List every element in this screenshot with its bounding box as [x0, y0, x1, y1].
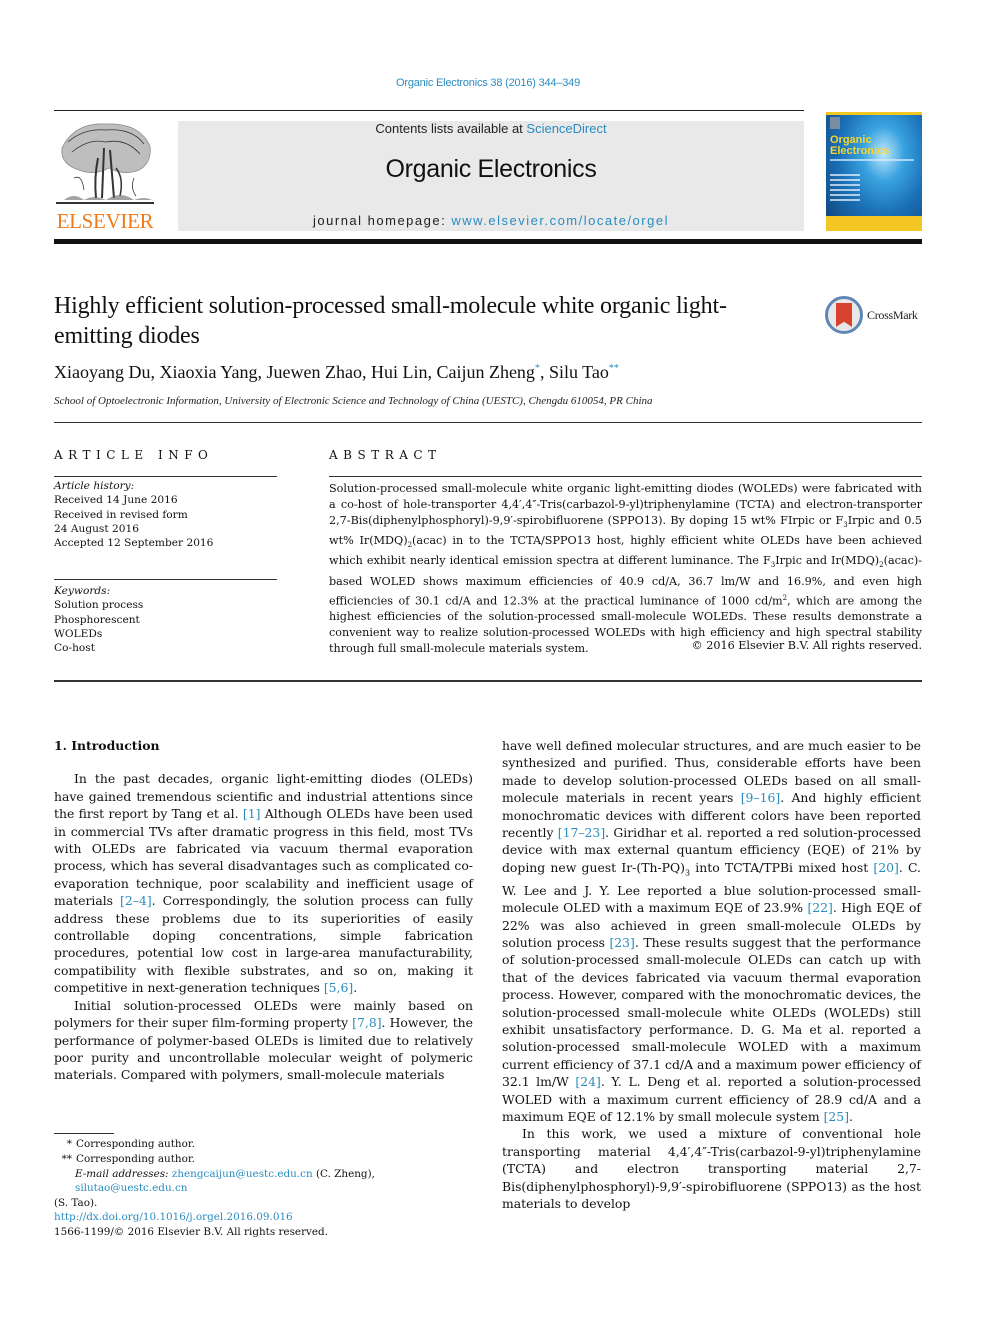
elsevier-tree-icon [56, 123, 154, 204]
keyword-item: Solution process [54, 599, 144, 612]
article-info-heading: ARTICLE INFO [54, 448, 214, 462]
cover-publisher-icon [830, 117, 840, 129]
email-label: E-mail addresses: [75, 1167, 169, 1180]
contents-prefix: Contents lists available at [375, 121, 527, 136]
paragraph: In this work, we used a mixture of conve… [502, 1125, 921, 1212]
paragraph: have well defined molecular structures, … [502, 737, 921, 1125]
corresponding-author-mark[interactable]: * [535, 363, 540, 374]
keywords-divider [54, 579, 277, 580]
keywords-list: Keywords: Solution process Phosphorescen… [54, 584, 279, 655]
text-run: In this work, we used a mixture of conve… [502, 1126, 921, 1212]
footnote-corresponding-2: ** Corresponding author. [54, 1152, 473, 1167]
sciencedirect-link[interactable]: ScienceDirect [526, 121, 606, 136]
section-heading-introduction: 1. Introduction [54, 738, 160, 753]
paragraph: Initial solution-processed OLEDs were ma… [54, 997, 473, 1084]
citation-link[interactable]: [5,6] [324, 980, 353, 995]
email-link-tao[interactable]: silutao@uestc.edu.cn [75, 1182, 187, 1194]
text-run: . [353, 980, 358, 996]
citation-link[interactable]: [1] [243, 806, 261, 821]
crossmark-button[interactable]: CrossMark [825, 296, 925, 336]
footnote-corresponding-1: * Corresponding author. [54, 1137, 473, 1152]
crossmark-label: CrossMark [867, 308, 918, 322]
cover-top-band [826, 112, 922, 115]
corresponding-author-mark[interactable]: ** [609, 363, 619, 374]
abstract-segment: Solution-processed small-molecule white … [329, 482, 922, 527]
article-title: Highly efficient solution-processed smal… [54, 293, 727, 349]
abstract-divider [329, 476, 922, 477]
author-affiliation: School of Optoelectronic Information, Un… [54, 395, 653, 407]
keyword-item: WOLEDs [54, 627, 103, 640]
footnote-text: Corresponding author. [76, 1152, 195, 1165]
citation-link[interactable]: [7,8] [352, 1015, 381, 1030]
contents-available-line: Contents lists available at ScienceDirec… [178, 121, 804, 136]
history-item: Received 14 June 2016 [54, 494, 178, 507]
keyword-item: Co-host [54, 642, 95, 655]
cover-title-line2: Electronics [830, 145, 890, 157]
text-run: . These results suggest that the perform… [502, 934, 922, 1090]
footnote-emails: E-mail addresses: zhengcaijun@uestc.edu.… [54, 1167, 473, 1197]
journal-cover-image[interactable]: Organic Electronics [826, 112, 922, 231]
text-run: into TCTA/TPBi mixed host [690, 859, 874, 875]
author-name[interactable]: Caijun Zheng [436, 362, 534, 382]
text-run: . [849, 1109, 853, 1124]
elsevier-logo[interactable]: ELSEVIER [54, 118, 156, 233]
issn-copyright: 1566-1199/© 2016 Elsevier B.V. All right… [54, 1226, 329, 1238]
cover-bottom-band [826, 216, 922, 231]
history-item: Received in revised form [54, 508, 188, 521]
footnote-mark: ** [61, 1152, 72, 1165]
abstract-heading: ABSTRACT [329, 448, 442, 462]
citation-link[interactable]: [20] [873, 860, 898, 875]
footnote-text: Corresponding author. [76, 1138, 195, 1150]
history-label: Article history: [54, 480, 135, 492]
email-owner: (C. Zheng), [312, 1167, 375, 1180]
author-name[interactable]: Hui Lin [371, 362, 428, 382]
email-link-zheng[interactable]: zhengcaijun@uestc.edu.cn [172, 1168, 313, 1180]
journal-homepage-line: journal homepage: www.elsevier.com/locat… [178, 213, 804, 228]
citation-link[interactable]: [24] [575, 1074, 600, 1089]
abstract-text: Solution-processed small-molecule white … [329, 481, 922, 657]
journal-reference-link[interactable]: Organic Electronics 38 (2016) 344–349 [0, 77, 976, 89]
abstract-copyright: © 2016 Elsevier B.V. All rights reserved… [691, 639, 922, 652]
header-top-divider [54, 110, 804, 111]
citation-link[interactable]: [25] [824, 1109, 849, 1124]
cover-editor-list [830, 174, 860, 204]
author-name[interactable]: Xiaoyang Du [54, 362, 150, 382]
abstract-segment: Irpic and Ir(MDQ) [775, 554, 880, 568]
front-matter-divider [54, 680, 922, 682]
body-column-left: 1. Introduction In the past decades, org… [54, 737, 473, 1084]
footnotes: * Corresponding author. ** Corresponding a… [54, 1137, 473, 1211]
citation-link[interactable]: [9–16] [741, 790, 781, 805]
body-column-right: have well defined molecular structures, … [502, 737, 921, 1212]
journal-homepage-link[interactable]: www.elsevier.com/locate/orgel [451, 213, 669, 228]
doi-link[interactable]: http://dx.doi.org/10.1016/j.orgel.2016.0… [54, 1211, 293, 1223]
citation-link[interactable]: [22] [807, 900, 832, 915]
author-name[interactable]: Xiaoxia Yang [159, 362, 257, 382]
keyword-item: Phosphorescent [54, 613, 140, 626]
elsevier-wordmark: ELSEVIER [56, 209, 154, 233]
paragraph: In the past decades, organic light-emitt… [54, 770, 473, 996]
header-bottom-divider [54, 239, 922, 244]
article-history: Article history: Received 14 June 2016 R… [54, 479, 279, 550]
author-name[interactable]: Juewen Zhao [266, 362, 361, 382]
history-item: Accepted 12 September 2016 [54, 537, 214, 550]
citation-link[interactable]: [17–23] [558, 825, 605, 840]
article-info-divider [54, 476, 277, 477]
cover-subtitle-bar [830, 159, 914, 161]
journal-title: Organic Electronics [385, 155, 597, 183]
homepage-prefix: journal homepage: [313, 213, 452, 228]
footnote-email-owner: (S. Tao). [54, 1197, 98, 1210]
footnote-mark: * [66, 1138, 72, 1150]
keywords-label: Keywords: [54, 585, 111, 597]
affiliation-divider [54, 422, 922, 423]
history-item: 24 August 2016 [54, 522, 139, 535]
journal-header-box: Contents lists available at ScienceDirec… [178, 121, 804, 231]
author-list: Xiaoyang Du, Xiaoxia Yang, Juewen Zhao, … [54, 362, 619, 382]
footnote-divider [54, 1133, 114, 1134]
author-name[interactable]: Silu Tao [549, 362, 609, 382]
citation-link[interactable]: [23] [609, 935, 634, 950]
text-run: . Correspondingly, the solution process … [54, 893, 473, 996]
citation-link[interactable]: [2–4] [120, 893, 152, 908]
